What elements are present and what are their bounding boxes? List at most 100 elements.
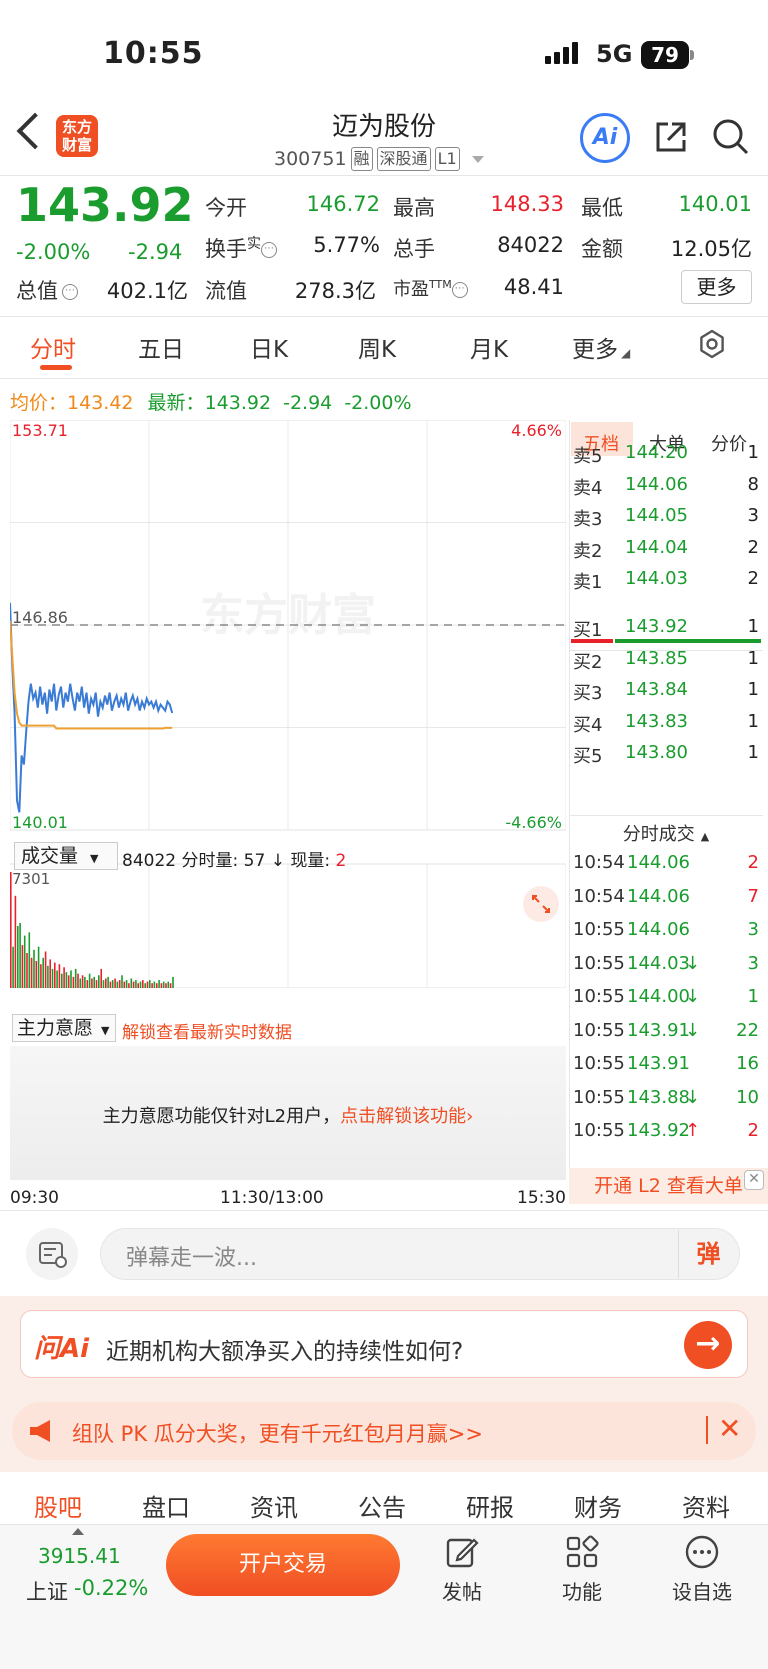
gear-icon[interactable]: [697, 329, 727, 359]
expand-icon[interactable]: [523, 886, 559, 922]
tab-daily-k[interactable]: 日K: [250, 330, 288, 364]
tick-row[interactable]: 10:55 144.03 3 ↓: [573, 953, 759, 983]
promo-text[interactable]: 组队 PK 瓜分大奖，更有千元红包月月赢>>: [72, 1418, 483, 1448]
tick-price: 143.91: [627, 1053, 690, 1074]
mktcap-value: 402.1亿: [106, 279, 188, 303]
danmaku-send-button[interactable]: 弹: [678, 1230, 738, 1278]
edit-icon: [446, 1538, 479, 1568]
info-icon[interactable]: ⋯: [261, 242, 277, 258]
intraday-chart[interactable]: 东方财富 153.71 140.01 146.86 4.66% -4.66% 7…: [10, 420, 566, 988]
arrow-up-icon: ↑: [685, 1120, 701, 1141]
level-tag: L1: [434, 147, 460, 171]
ask-volume: 3: [747, 505, 759, 526]
ask-row[interactable]: 卖3 144.05 3: [573, 505, 759, 535]
tab-news[interactable]: 资讯: [250, 1488, 298, 1523]
volume-bar: [56, 970, 58, 988]
tab-forum[interactable]: 股吧: [34, 1488, 82, 1523]
float-value: 278.3亿: [294, 279, 376, 303]
arrow-right-icon[interactable]: →: [684, 1321, 732, 1369]
index-value[interactable]: 3915.41: [38, 1544, 121, 1568]
tab-announcements[interactable]: 公告: [358, 1488, 406, 1523]
search-icon[interactable]: [712, 118, 750, 156]
danmaku-toggle-icon[interactable]: [26, 1228, 78, 1280]
index-percent[interactable]: -0.22%: [74, 1576, 148, 1600]
ask-ai-question[interactable]: 近期机构大额净买入的持续性如何?: [106, 1332, 463, 1366]
volume-bar: [169, 983, 172, 988]
tab-finance[interactable]: 财务: [574, 1488, 622, 1523]
tick-row[interactable]: 10:55 143.91 22 ↓: [573, 1020, 759, 1050]
tick-row[interactable]: 10:55 143.88 10 ↓: [573, 1087, 759, 1117]
ask-price: 144.04: [625, 536, 688, 558]
more-quote-button[interactable]: 更多: [681, 270, 752, 304]
add-watchlist-button[interactable]: 设自选: [662, 1534, 742, 1605]
main-force-message: 主力意愿功能仅针对L2用户，点击解锁该功能›: [10, 1102, 566, 1128]
pe-label: 市盈TTM ⋯: [393, 275, 468, 301]
volume-bar: [49, 959, 51, 988]
latest-pct: -2.00%: [344, 392, 412, 414]
tick-row[interactable]: 10:54 144.06 7: [573, 886, 759, 916]
volume-bar: [95, 980, 98, 988]
tab-five-day[interactable]: 五日: [138, 330, 184, 364]
main-force-unlock-button[interactable]: 点击解锁该功能: [340, 1106, 466, 1127]
bid-row[interactable]: 买4 143.83 1: [573, 711, 759, 741]
pct-bottom-label: -4.66%: [505, 813, 562, 832]
function-button[interactable]: 功能: [542, 1534, 622, 1605]
y-ref-label: 146.86: [12, 608, 68, 627]
tab-monthly-k[interactable]: 月K: [470, 330, 508, 364]
tab-more[interactable]: 更多 ◢: [572, 330, 630, 364]
ask-volume: 8: [747, 473, 759, 495]
index-name[interactable]: 上证: [26, 1576, 68, 1606]
main-force-unlock-link[interactable]: 解锁查看最新实时数据: [122, 1018, 292, 1043]
tick-row[interactable]: 10:55 144.00 1 ↓: [573, 986, 759, 1016]
share-icon[interactable]: [654, 120, 688, 154]
close-icon[interactable]: ✕: [718, 1412, 741, 1445]
tick-volume: 16: [736, 1053, 759, 1074]
more-circle-icon: [685, 1535, 719, 1569]
y-bottom-label: 140.01: [12, 813, 68, 832]
tick-row[interactable]: 10:55 143.92 2 ↑: [573, 1120, 759, 1150]
l2-upgrade-button[interactable]: 开通 L2 查看大单: [569, 1168, 768, 1204]
ai-assistant-button[interactable]: Ai: [580, 113, 630, 163]
ask-row[interactable]: 卖1 144.03 2: [573, 568, 759, 598]
main-force-select[interactable]: 主力意愿 ▼: [12, 1014, 116, 1042]
ask-row[interactable]: 卖5 144.20 1: [573, 442, 759, 472]
post-button[interactable]: 发帖: [422, 1534, 502, 1605]
ticks-title[interactable]: 分时成交 ▲: [569, 820, 763, 846]
bid-row[interactable]: 买5 143.80 1: [573, 742, 759, 772]
bid-row[interactable]: 买2 143.85 1: [573, 648, 759, 678]
volume-bar: [158, 980, 160, 988]
volume-bar: [30, 957, 33, 988]
tick-row[interactable]: 10:54 144.06 2: [573, 852, 759, 882]
volume-indicator-select[interactable]: 成交量 ▼: [14, 842, 118, 870]
info-icon[interactable]: ⋯: [451, 282, 468, 298]
volume-bar: [47, 965, 49, 988]
tick-volume: 7: [747, 885, 759, 907]
bid-row[interactable]: 买3 143.84 1: [573, 679, 759, 709]
bid-price: 143.83: [625, 710, 688, 732]
ask-row[interactable]: 卖4 144.06 8: [573, 474, 759, 504]
close-icon[interactable]: ✕: [744, 1170, 764, 1190]
tab-market-depth[interactable]: 盘口: [142, 1488, 190, 1523]
status-time: 10:55: [103, 36, 204, 71]
tab-weekly-k[interactable]: 周K: [358, 330, 396, 364]
volume-bar: [105, 978, 107, 988]
tick-row[interactable]: 10:55 144.06 3: [573, 919, 759, 949]
tick-row[interactable]: 10:55 143.91 16: [573, 1053, 759, 1083]
volume-bar: [72, 976, 75, 988]
tab-intraday[interactable]: 分时: [30, 330, 76, 364]
tick-price: 144.06: [627, 919, 690, 940]
ask-row[interactable]: 卖2 144.04 2: [573, 537, 759, 567]
volume-bar: [151, 983, 153, 988]
volume-bar: [139, 981, 142, 988]
mktcap-label-text: 总值: [16, 279, 58, 303]
turnover-sup: 实: [247, 236, 261, 252]
chevron-down-icon: ▼: [90, 852, 99, 865]
open-account-trade-button[interactable]: 开户交易: [166, 1534, 400, 1596]
info-icon[interactable]: ⋯: [62, 284, 78, 300]
tab-profile[interactable]: 资料: [682, 1488, 730, 1523]
bid-volume: 1: [747, 710, 759, 732]
bid-row[interactable]: 买1 143.92 1: [573, 616, 759, 646]
stock-code-row[interactable]: 300751 融 深股通 L1: [274, 147, 484, 171]
tab-research[interactable]: 研报: [466, 1488, 514, 1523]
volume-bar: [130, 978, 133, 988]
